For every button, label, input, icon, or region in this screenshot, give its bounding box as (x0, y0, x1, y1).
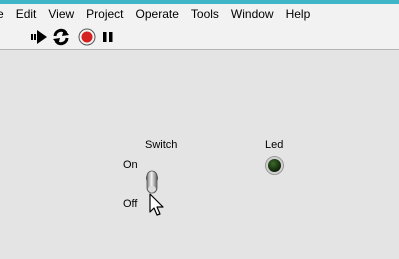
menu-edit[interactable]: Edit (10, 7, 43, 21)
led-indicator-icon (265, 156, 284, 175)
switch-label: Switch (145, 139, 178, 151)
switch-off-text: Off (123, 198, 138, 210)
menu-tools[interactable]: Tools (185, 7, 225, 21)
led-indicator (265, 156, 284, 175)
run-continuously-icon (53, 28, 69, 46)
menu-project[interactable]: Project (80, 7, 129, 21)
pointer-arrow-icon (149, 193, 164, 216)
abort-stop-icon (78, 28, 96, 46)
menu-bar: e Edit View Project Operate Tools Window… (0, 4, 399, 23)
pause-icon (103, 32, 113, 42)
menu-view[interactable]: View (42, 7, 80, 21)
menu-window[interactable]: Window (225, 7, 280, 21)
pause-button[interactable] (100, 28, 118, 46)
menu-help[interactable]: Help (280, 7, 317, 21)
abort-execution-button[interactable] (78, 28, 96, 46)
run-continuously-button[interactable] (52, 28, 70, 46)
menu-file[interactable]: e (0, 7, 10, 21)
led-label: Led (265, 139, 284, 151)
run-arrow-icon (31, 30, 47, 44)
front-panel-canvas (0, 51, 399, 259)
menu-operate[interactable]: Operate (130, 7, 185, 21)
toolbar (0, 23, 399, 50)
switch-on-text: On (123, 159, 138, 171)
run-button[interactable] (30, 28, 48, 46)
mouse-cursor (148, 193, 166, 217)
